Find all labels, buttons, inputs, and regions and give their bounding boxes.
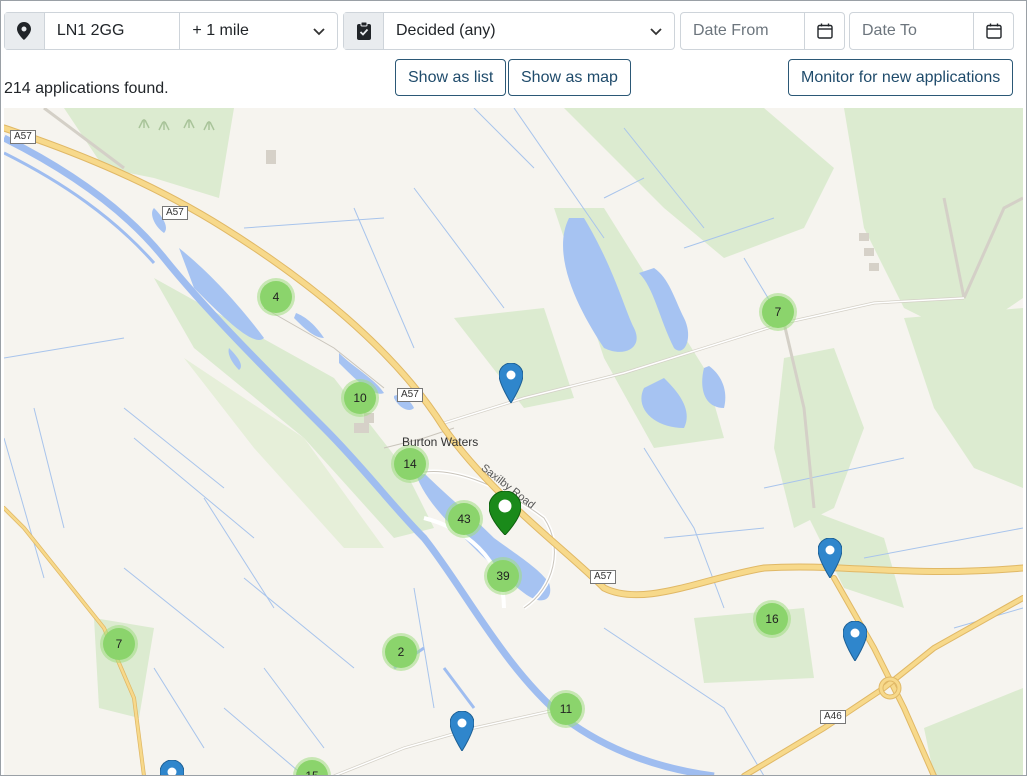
map-cluster[interactable]: 11	[550, 693, 582, 725]
map-marker-pin[interactable]	[499, 363, 523, 403]
map-cluster[interactable]: 14	[394, 448, 426, 480]
decision-select[interactable]: Decided (any)	[384, 13, 674, 49]
radius-value: + 1 mile	[192, 22, 249, 39]
clipboard-check-icon	[344, 13, 384, 49]
location-pin-icon	[5, 13, 45, 49]
map-marker-pin[interactable]	[843, 621, 867, 661]
postcode-input[interactable]: LN1 2GG	[45, 13, 180, 49]
map-cluster[interactable]: 4	[260, 281, 292, 313]
decision-group: Decided (any)	[343, 12, 675, 50]
map-cluster[interactable]: 2	[385, 636, 417, 668]
map-cluster[interactable]: 10	[344, 382, 376, 414]
map-marker-pin[interactable]	[160, 760, 184, 776]
map-marker-pin[interactable]	[450, 711, 474, 751]
date-from-group: Date From	[680, 12, 845, 50]
decision-value: Decided (any)	[396, 22, 496, 39]
results-count: 214 applications found.	[4, 80, 169, 97]
place-label: Burton Waters	[402, 435, 479, 449]
date-to-input[interactable]: Date To	[850, 13, 973, 49]
road-shield: A57	[590, 570, 616, 584]
date-from-input[interactable]: Date From	[681, 13, 804, 49]
map-cluster[interactable]: 7	[103, 628, 135, 660]
road-shield: A57	[10, 130, 36, 144]
road-shield: A46	[820, 710, 846, 724]
calendar-icon[interactable]	[804, 13, 844, 49]
road-shield: A57	[397, 388, 423, 402]
chevron-down-icon	[650, 28, 662, 36]
show-as-map-button[interactable]: Show as map	[508, 59, 631, 96]
monitor-applications-button[interactable]: Monitor for new applications	[788, 59, 1014, 96]
date-to-group: Date To	[849, 12, 1014, 50]
chevron-down-icon	[313, 28, 325, 36]
selected-location-pin[interactable]	[489, 491, 521, 535]
show-as-list-button[interactable]: Show as list	[395, 59, 507, 96]
map-cluster[interactable]: 43	[448, 503, 480, 535]
map-cluster[interactable]: 7	[762, 296, 794, 328]
calendar-icon[interactable]	[973, 13, 1013, 49]
map-view[interactable]: Burton Waters Saxilby Road A57 A57 A57 A…	[4, 108, 1023, 776]
radius-select[interactable]: + 1 mile	[179, 13, 337, 49]
map-cluster[interactable]: 39	[487, 560, 519, 592]
map-cluster[interactable]: 16	[756, 603, 788, 635]
map-marker-pin[interactable]	[818, 538, 842, 578]
road-shield: A57	[162, 206, 188, 220]
location-group: LN1 2GG + 1 mile	[4, 12, 338, 50]
map-tiles	[4, 108, 1023, 776]
